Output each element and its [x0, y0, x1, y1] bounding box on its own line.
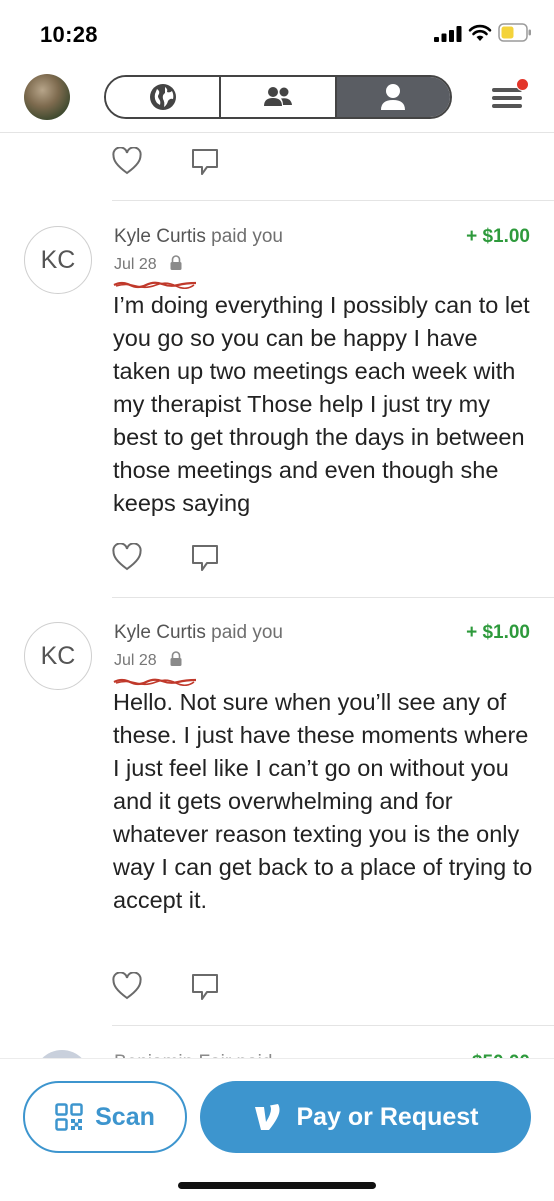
like-heart-icon[interactable]: [112, 972, 142, 1000]
like-heart-icon[interactable]: [112, 147, 142, 175]
battery-icon: [498, 23, 531, 42]
friends-icon: [263, 87, 292, 106]
payment-date-text: Jul 28: [114, 652, 157, 669]
status-time: 10:28: [40, 22, 98, 47]
feed-divider: [112, 1025, 554, 1026]
payment-date: Jul 28: [114, 651, 183, 670]
status-bar: 10:28: [0, 0, 554, 62]
payer-avatar: KC: [24, 622, 92, 690]
payment-description: Kyle Curtis paid you: [114, 622, 283, 644]
scan-button[interactable]: Scan: [23, 1081, 187, 1153]
signal-icon: [434, 26, 462, 42]
notification-badge: [516, 78, 529, 91]
entry-actions: [112, 541, 232, 575]
like-heart-icon[interactable]: [112, 543, 142, 571]
top-nav: [0, 62, 554, 133]
payer-avatar: KC: [24, 226, 92, 294]
payment-amount: + $1.00: [466, 622, 530, 643]
payment-action: paid you: [211, 622, 283, 643]
scan-label: Scan: [95, 1102, 155, 1131]
bottom-action-bar: Scan Pay or Request: [0, 1058, 554, 1201]
payment-action: paid you: [211, 226, 283, 247]
tab-friends[interactable]: [221, 77, 337, 117]
home-indicator: [178, 1182, 376, 1189]
payer-name[interactable]: Kyle Curtis: [114, 226, 206, 247]
profile-avatar[interactable]: [24, 74, 70, 120]
payer-name[interactable]: Kyle Curtis: [114, 622, 206, 643]
entry-actions: [112, 970, 232, 1004]
person-icon: [381, 84, 406, 110]
globe-icon: [149, 84, 176, 110]
redaction-scribble: [113, 281, 197, 289]
payment-description: Kyle Curtis paid you: [114, 226, 283, 248]
qr-code-icon: [55, 1103, 83, 1131]
wifi-icon: [468, 24, 492, 41]
pay-or-request-button[interactable]: Pay or Request: [200, 1081, 531, 1153]
redaction-scribble: [113, 678, 197, 686]
payment-note: Hello. Not sure when you’ll see any of t…: [113, 689, 533, 913]
comment-icon[interactable]: [190, 543, 220, 573]
payment-amount: + $1.00: [466, 226, 530, 247]
feed-divider: [112, 597, 554, 598]
payment-date: Jul 28: [114, 255, 183, 274]
lock-icon: [170, 255, 182, 270]
feed-segmented-control: [104, 75, 452, 119]
feed-divider: [112, 200, 554, 201]
venmo-logo-icon: [255, 1104, 280, 1130]
entry-actions: [112, 145, 232, 179]
payment-date-text: Jul 28: [114, 256, 157, 273]
pay-label: Pay or Request: [296, 1102, 479, 1131]
comment-icon[interactable]: [190, 147, 220, 177]
tab-public[interactable]: [106, 77, 222, 117]
lock-icon: [170, 651, 182, 666]
comment-icon[interactable]: [190, 972, 220, 1002]
tab-personal[interactable]: [336, 77, 450, 117]
payment-note: I’m doing everything I possibly can to l…: [113, 292, 530, 516]
